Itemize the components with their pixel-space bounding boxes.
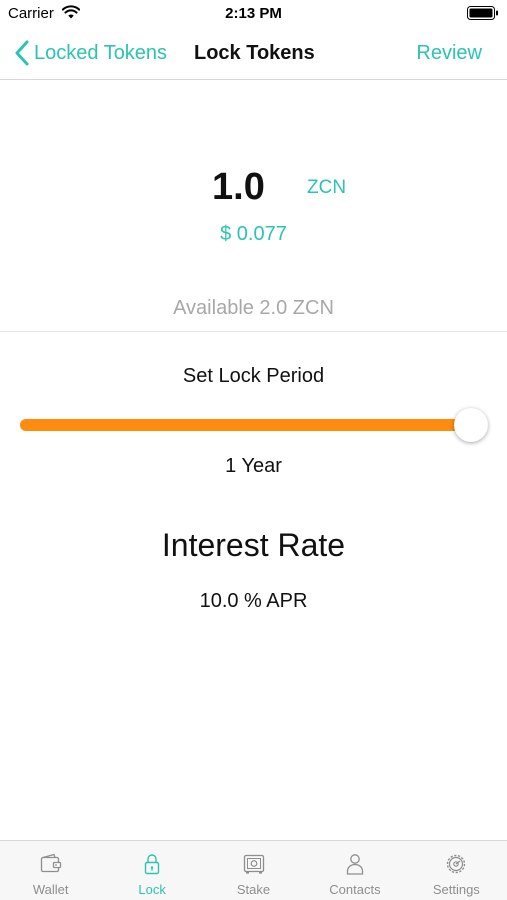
tab-label: Settings	[432, 882, 480, 897]
amount-unit: ZCN	[307, 177, 347, 198]
page-title: Lock Tokens	[194, 42, 315, 64]
back-button[interactable]: Locked Tokens	[14, 38, 167, 68]
tab-settings[interactable]: Settings	[406, 841, 507, 900]
lock-period-value: 1 Year	[225, 455, 282, 477]
status-bar: Carrier 2:13 PM	[0, 0, 507, 28]
safe-icon	[243, 854, 264, 874]
fiat-value: $ 0.077	[220, 223, 287, 245]
interest-rate-heading: Interest Rate	[161, 527, 346, 563]
tab-wallet[interactable]: Wallet	[0, 841, 101, 900]
lock-tokens-screen: Carrier 2:13 PM Locked Tokens Lock Token…	[0, 0, 507, 900]
interest-rate-value: 10.0 % APR	[199, 590, 308, 612]
tab-bar: Wallet Lock Stake Contacts Settings	[0, 840, 507, 900]
review-button[interactable]: Review	[416, 42, 482, 65]
tab-label: Wallet	[32, 882, 69, 897]
lock-period-slider[interactable]	[20, 408, 488, 442]
tab-label: Stake	[236, 882, 271, 897]
slider-fill	[20, 419, 471, 431]
available-balance: Available 2.0 ZCN	[173, 297, 334, 319]
back-label: Locked Tokens	[34, 41, 168, 64]
tab-label: Contacts	[329, 882, 381, 897]
chevron-left-icon	[15, 40, 29, 66]
wallet-icon	[40, 853, 61, 873]
tab-lock[interactable]: Lock	[101, 841, 202, 900]
navigation-bar: Locked Tokens Lock Tokens Review	[0, 28, 507, 80]
battery-icon	[467, 6, 498, 20]
person-icon	[346, 854, 364, 875]
lock-icon	[144, 854, 160, 875]
amount-value[interactable]: 1.0	[212, 166, 265, 209]
divider	[0, 331, 507, 332]
tab-contacts[interactable]: Contacts	[304, 841, 405, 900]
slider-thumb[interactable]	[454, 408, 488, 442]
gear-icon	[447, 854, 466, 874]
tab-stake[interactable]: Stake	[203, 841, 304, 900]
lock-period-heading: Set Lock Period	[182, 365, 325, 387]
tab-label: Lock	[138, 882, 166, 897]
clock: 2:13 PM	[225, 5, 282, 22]
